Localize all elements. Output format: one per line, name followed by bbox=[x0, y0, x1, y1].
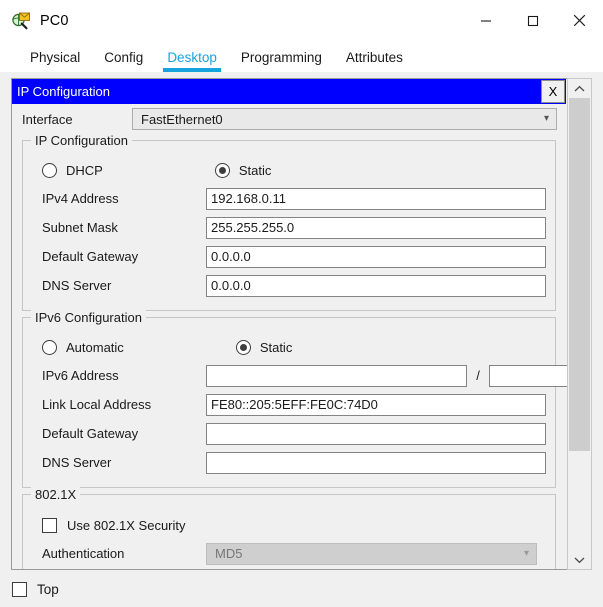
ipv4-dns-server-input[interactable]: 0.0.0.0 bbox=[206, 274, 546, 297]
tab-programming[interactable]: Programming bbox=[229, 50, 334, 72]
ipv4-dns-server-row: DNS Server 0.0.0.0 bbox=[23, 271, 555, 300]
window-controls bbox=[462, 0, 603, 41]
scrollbar-thumb[interactable] bbox=[569, 98, 590, 451]
ipv4-default-gateway-row: Default Gateway 0.0.0.0 bbox=[23, 242, 555, 271]
authentication-row: Authentication MD5 ▾ bbox=[23, 539, 555, 568]
checkbox-unchecked-icon bbox=[42, 517, 57, 533]
close-button[interactable] bbox=[556, 0, 603, 41]
radio-unchecked-icon bbox=[42, 340, 57, 355]
ipv6-dns-server-input[interactable] bbox=[206, 451, 546, 474]
subnet-mask-row: Subnet Mask 255.255.255.0 bbox=[23, 213, 555, 242]
prefix-separator: / bbox=[476, 368, 480, 383]
ipv4-configuration-group: IP Configuration DHCP Static IPv4 Addres… bbox=[22, 133, 556, 311]
ipv6-configuration-group: IPv6 Configuration Automatic Static IPv6… bbox=[22, 310, 567, 488]
radio-checked-icon bbox=[235, 340, 251, 355]
scroll-up-button[interactable] bbox=[568, 79, 591, 98]
authentication-label: Authentication bbox=[42, 546, 125, 561]
ipv6-address-input[interactable] bbox=[206, 364, 467, 387]
tab-attributes-label: Attributes bbox=[345, 50, 403, 65]
top-checkbox-label: Top bbox=[37, 582, 59, 597]
link-local-address-label: Link Local Address bbox=[42, 397, 152, 412]
panel-caption-bar: IP Configuration X bbox=[12, 79, 566, 104]
subnet-mask-label: Subnet Mask bbox=[42, 220, 118, 235]
link-local-address-row: Link Local Address FE80::205:5EFF:FE0C:7… bbox=[23, 390, 555, 419]
minimize-button[interactable] bbox=[462, 0, 509, 41]
tab-desktop-label: Desktop bbox=[167, 50, 217, 65]
ipv4-dhcp-option[interactable]: DHCP bbox=[42, 163, 103, 178]
interface-row: Interface FastEthernet0 ▾ bbox=[12, 104, 566, 134]
radio-unchecked-icon bbox=[42, 163, 57, 178]
use-dot1x-security-label: Use 802.1X Security bbox=[67, 517, 186, 533]
ipv6-static-label: Static bbox=[259, 340, 293, 355]
link-local-address-input[interactable]: FE80::205:5EFF:FE0C:74D0 bbox=[206, 393, 546, 416]
tab-attributes[interactable]: Attributes bbox=[334, 50, 415, 72]
chevron-down-icon: ▾ bbox=[543, 113, 549, 124]
ip-configuration-viewport: IP Configuration X Interface FastEtherne… bbox=[11, 78, 567, 570]
ipv6-prefix-length-input[interactable] bbox=[489, 364, 567, 387]
ipv6-group-title: IPv6 Configuration bbox=[31, 310, 146, 325]
dot1x-group-title: 802.1X bbox=[31, 487, 81, 502]
ipv6-static-option[interactable]: Static bbox=[235, 340, 293, 355]
tab-bar: Physical Config Desktop Programming Attr… bbox=[0, 41, 603, 72]
tab-desktop[interactable]: Desktop bbox=[155, 50, 229, 72]
ipv4-dhcp-label: DHCP bbox=[66, 163, 103, 178]
interface-label: Interface bbox=[22, 111, 73, 127]
ipv4-default-gateway-label: Default Gateway bbox=[42, 249, 139, 264]
bottom-bar: Top bbox=[0, 572, 603, 607]
authentication-select[interactable]: MD5 ▾ bbox=[206, 542, 537, 565]
dot1x-group: 802.1X Use 802.1X Security Authenticatio… bbox=[22, 487, 556, 569]
interface-select[interactable]: FastEthernet0 ▾ bbox=[132, 108, 557, 130]
ipv4-group-title: IP Configuration bbox=[31, 133, 132, 148]
ipv4-dns-server-label: DNS Server bbox=[42, 278, 112, 293]
ipv6-automatic-option[interactable]: Automatic bbox=[42, 340, 124, 355]
panel-caption-title: IP Configuration bbox=[17, 84, 110, 99]
tab-physical-label: Physical bbox=[30, 50, 81, 65]
ipv6-automatic-label: Automatic bbox=[66, 340, 124, 355]
ipv6-default-gateway-input[interactable] bbox=[206, 422, 546, 445]
ipv4-address-input[interactable]: 192.168.0.11 bbox=[206, 187, 546, 210]
vertical-scrollbar[interactable] bbox=[567, 78, 592, 570]
window-titlebar: PC0 bbox=[0, 0, 603, 41]
window-title: PC0 bbox=[40, 12, 69, 29]
device-inspect-icon bbox=[11, 11, 31, 31]
ipv6-dns-server-label: DNS Server bbox=[42, 455, 112, 470]
tab-config-label: Config bbox=[104, 50, 144, 65]
radio-checked-icon bbox=[214, 163, 230, 178]
window-title-group: PC0 bbox=[0, 11, 69, 31]
tab-physical[interactable]: Physical bbox=[18, 50, 92, 72]
ipv6-mode-row: Automatic Static bbox=[23, 334, 555, 361]
tab-programming-label: Programming bbox=[240, 50, 322, 65]
ipv4-address-label: IPv4 Address bbox=[42, 191, 119, 206]
panel-close-button[interactable]: X bbox=[541, 80, 565, 103]
chevron-down-icon: ▾ bbox=[523, 547, 529, 559]
tab-config[interactable]: Config bbox=[92, 50, 155, 72]
ipv6-address-row: IPv6 Address / bbox=[23, 361, 567, 390]
maximize-button[interactable] bbox=[509, 0, 556, 41]
interface-select-value: FastEthernet0 bbox=[141, 111, 223, 127]
ipv6-address-label: IPv6 Address bbox=[42, 368, 119, 383]
ipv6-default-gateway-label: Default Gateway bbox=[42, 426, 139, 441]
ip-configuration-panel: IP Configuration X Interface FastEtherne… bbox=[12, 79, 567, 569]
subnet-mask-input[interactable]: 255.255.255.0 bbox=[206, 216, 546, 239]
use-dot1x-security-option[interactable]: Use 802.1X Security bbox=[23, 511, 555, 539]
ipv6-dns-server-row: DNS Server bbox=[23, 448, 555, 477]
ipv4-static-option[interactable]: Static bbox=[214, 163, 272, 178]
ipv4-static-label: Static bbox=[238, 163, 272, 178]
ipv6-default-gateway-row: Default Gateway bbox=[23, 419, 555, 448]
ipv4-address-row: IPv4 Address 192.168.0.11 bbox=[23, 184, 555, 213]
authentication-select-value: MD5 bbox=[215, 546, 243, 561]
top-checkbox[interactable] bbox=[12, 582, 27, 597]
desktop-content-area: IP Configuration X Interface FastEtherne… bbox=[0, 72, 603, 572]
scrollbar-track[interactable] bbox=[568, 98, 591, 550]
scroll-down-button[interactable] bbox=[568, 550, 591, 569]
ipv4-mode-row: DHCP Static bbox=[23, 157, 555, 184]
ipv4-default-gateway-input[interactable]: 0.0.0.0 bbox=[206, 245, 546, 268]
